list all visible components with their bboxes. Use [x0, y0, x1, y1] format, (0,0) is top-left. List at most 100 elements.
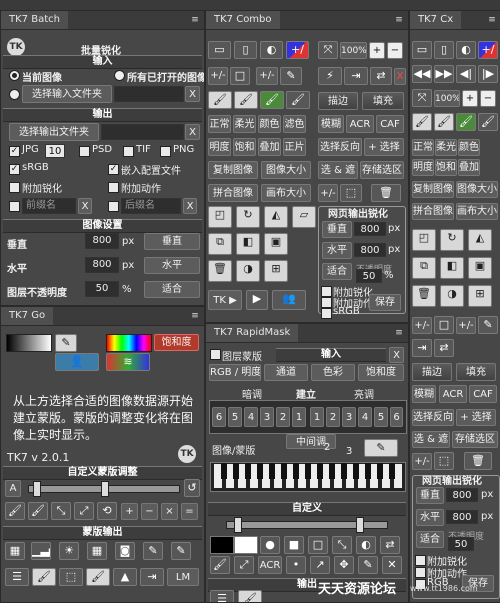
skew-icon[interactable]: ▱: [292, 206, 316, 228]
crop-icon[interactable]: ◰: [412, 229, 436, 251]
tonal-key-black[interactable]: [221, 463, 227, 479]
clear-output-button[interactable]: X: [185, 124, 200, 140]
histogram-icon[interactable]: ▁▃▅: [31, 542, 51, 560]
plus-minus-select-button[interactable]: +/-: [412, 453, 432, 470]
embed-profile-checkbox[interactable]: ✓: [108, 164, 119, 175]
tonal-key-black[interactable]: [269, 463, 275, 479]
zone-light-6[interactable]: 6: [390, 407, 403, 427]
blend-soft-light-button[interactable]: 柔光: [233, 115, 256, 133]
eyedropper-icon[interactable]: ✎: [55, 334, 77, 352]
blend-overlay-button[interactable]: 叠加: [458, 159, 480, 176]
save-selection-button[interactable]: 存储选区: [360, 161, 404, 179]
swap-color-icon[interactable]: +/: [478, 41, 498, 59]
save-selection-button[interactable]: 存储选区: [452, 431, 498, 448]
new-doc-icon[interactable]: ▯: [434, 41, 454, 59]
fast-forward-icon[interactable]: ▶▶: [434, 65, 454, 83]
acr-button[interactable]: ACR: [258, 556, 282, 574]
a-button[interactable]: A: [5, 480, 21, 497]
tonal-key-black[interactable]: [305, 463, 311, 479]
srgb-checkbox[interactable]: [321, 308, 332, 319]
select-inverse-button[interactable]: 选择反向: [318, 138, 362, 156]
zone-light-5[interactable]: 5: [374, 407, 388, 427]
slider-thumb-left[interactable]: [234, 517, 242, 533]
grid-icon[interactable]: ▦: [5, 542, 25, 560]
contract-icon[interactable]: ⤢: [74, 502, 94, 520]
panel-menu-icon[interactable]: ≡: [190, 311, 200, 321]
plus-minus-button[interactable]: +/-: [412, 317, 432, 334]
blend-color-button[interactable]: 颜色: [458, 139, 480, 156]
fast-back-icon[interactable]: ◀◀: [412, 65, 432, 83]
white-swatch[interactable]: [234, 536, 258, 554]
slider-thumb-left[interactable]: [33, 481, 41, 497]
plus-minus-alt-button[interactable]: +/-: [456, 317, 476, 334]
tonal-key-black[interactable]: [293, 463, 299, 479]
brush-icon[interactable]: 🖌: [210, 556, 230, 574]
delete-layer-icon[interactable]: 🗑: [412, 285, 436, 307]
radio-current-image[interactable]: [9, 70, 20, 81]
blend-luminosity-button[interactable]: 明度: [412, 159, 434, 176]
vertical-value-field[interactable]: 800: [354, 222, 386, 236]
jpg-checkbox[interactable]: ✓: [9, 146, 20, 157]
toggle-icon[interactable]: ▣: [468, 257, 492, 279]
eyedropper-icon[interactable]: ✎: [364, 439, 398, 457]
zone-dark-1[interactable]: 1: [292, 407, 306, 427]
tonal-key-black[interactable]: [389, 463, 395, 479]
add-action-checkbox[interactable]: [321, 297, 332, 308]
merge-icon[interactable]: ⊞: [264, 260, 288, 282]
half-circle-icon[interactable]: ◐: [356, 536, 376, 554]
tonal-key-black[interactable]: [365, 463, 371, 479]
caf-button[interactable]: CAF: [469, 385, 497, 403]
eyedropper-icon[interactable]: ✎: [280, 67, 302, 85]
grid-alt-icon[interactable]: ▦: [87, 542, 107, 560]
brush-out-alt-icon[interactable]: ✎: [171, 542, 191, 560]
plus-minus-select-button[interactable]: +/-: [318, 184, 338, 202]
plus-select-button[interactable]: + 选择: [456, 409, 496, 426]
select-inverse-button[interactable]: 选择反向: [412, 409, 454, 426]
marquee-icon[interactable]: ⬚: [59, 568, 83, 586]
tonal-key-black[interactable]: [257, 463, 263, 479]
equals-button[interactable]: =: [181, 503, 198, 520]
blend-icon[interactable]: ◑: [236, 260, 260, 282]
crop-icon[interactable]: ◰: [208, 206, 232, 228]
login-icon[interactable]: ⇥: [412, 339, 432, 357]
half-rect-icon[interactable]: ◧: [440, 257, 464, 279]
brush-black-icon[interactable]: 🖌: [412, 113, 432, 131]
brush-black-icon[interactable]: 🖌: [208, 91, 232, 109]
flatten-image-button[interactable]: 拼合图像: [208, 184, 258, 202]
plus-select-button[interactable]: + 选择: [364, 138, 404, 156]
expand-icon[interactable]: ⤡: [332, 536, 352, 554]
zoom-out-button[interactable]: −: [387, 42, 403, 59]
zoom-out-button[interactable]: −: [480, 90, 496, 107]
blend-multiply-button[interactable]: 正片: [283, 138, 306, 156]
zoom-100-button[interactable]: 100%: [340, 42, 367, 59]
brush-white-icon[interactable]: 🖌: [234, 91, 258, 109]
tonal-key-black[interactable]: [341, 463, 347, 479]
zone-dark-6[interactable]: 6: [212, 407, 226, 427]
tab-tk7-combo[interactable]: TK7 Combo: [206, 11, 280, 29]
plus-minus-alt-button[interactable]: +/-: [256, 67, 278, 85]
srgb-checkbox[interactable]: ✓: [9, 164, 20, 175]
panel-menu-icon[interactable]: ≡: [394, 15, 404, 25]
horizontal-button[interactable]: 水平: [322, 242, 352, 259]
minus-button[interactable]: −: [141, 503, 158, 520]
add-action-checkbox[interactable]: [415, 567, 426, 578]
blend-saturation-button[interactable]: 饱和: [233, 138, 256, 156]
fit-button[interactable]: 适合: [416, 531, 444, 548]
canvas-size-button[interactable]: 画布大小: [456, 203, 498, 220]
select-and-mask-button[interactable]: 选 & 遮: [412, 431, 450, 448]
blur-button[interactable]: 模糊: [412, 385, 436, 403]
vertical-value-field[interactable]: 800: [446, 488, 478, 502]
select-and-mask-button[interactable]: 选 & 遮: [318, 161, 358, 179]
blend-normal-button[interactable]: 正常: [208, 115, 231, 133]
tonal-key-black[interactable]: [317, 463, 323, 479]
swap-icon[interactable]: ⇄: [370, 67, 392, 85]
layers-icon[interactable]: ≋: [106, 353, 150, 371]
zone-dark-5[interactable]: 5: [228, 407, 242, 427]
acr-button[interactable]: ACR: [346, 115, 374, 133]
zone-light-2[interactable]: 2: [326, 407, 340, 427]
color-spectrum-swatch[interactable]: [106, 334, 152, 352]
brush-gray-icon[interactable]: 🖌: [286, 91, 310, 109]
blend-screen-button[interactable]: 滤色: [283, 115, 306, 133]
fit-button[interactable]: 适合: [144, 281, 200, 298]
rotate-icon[interactable]: ↻: [236, 206, 260, 228]
